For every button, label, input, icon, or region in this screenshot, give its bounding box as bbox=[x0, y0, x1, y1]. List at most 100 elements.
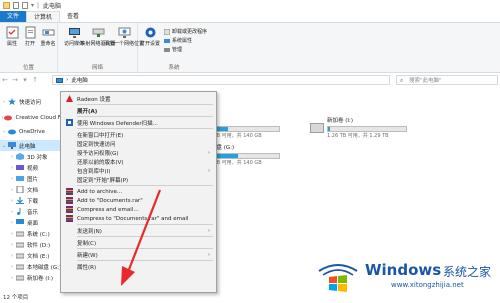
menu-item-pin-start[interactable]: 固定到"开始"屏幕(P) bbox=[61, 175, 216, 184]
expand-chevron-icon[interactable]: › bbox=[8, 154, 16, 160]
group-label-system: 系统 bbox=[168, 65, 180, 71]
menu-item-label: 展开(A) bbox=[77, 108, 98, 115]
sidebar-item-label: 桌面 bbox=[27, 220, 39, 227]
rename-label: 重命名 bbox=[40, 41, 56, 47]
new-folder-quick-icon[interactable] bbox=[22, 2, 28, 9]
menu-item-properties[interactable]: 属性(R) bbox=[61, 262, 216, 271]
sidebar-item-desktop[interactable]: › 桌面 bbox=[0, 217, 62, 228]
menu-item-pin-quick-access[interactable]: 固定到快速访问 bbox=[61, 139, 216, 148]
sidebar-item-documents[interactable]: › 文档 bbox=[0, 184, 62, 195]
expand-chevron-icon[interactable]: › bbox=[8, 209, 16, 215]
expand-chevron-icon[interactable]: › bbox=[8, 253, 16, 259]
sidebar-item-label: 3D 对象 bbox=[27, 154, 48, 161]
tab-computer[interactable]: 计算机 bbox=[26, 11, 61, 22]
status-bar: 12 个项目 bbox=[0, 294, 500, 303]
menu-item-open-new-window[interactable]: 在新窗口中打开(E) bbox=[61, 130, 216, 139]
uninstall-label: 卸载或更改程序 bbox=[172, 29, 208, 35]
add-network-location-button[interactable]: 添加一个网络位置 bbox=[104, 26, 144, 47]
menu-item-expand[interactable]: 展开(A) bbox=[61, 106, 216, 115]
expand-chevron-icon[interactable]: › bbox=[8, 220, 16, 226]
expand-chevron-icon[interactable]: › bbox=[8, 242, 16, 248]
forward-arrow-icon[interactable]: → bbox=[10, 76, 20, 84]
menu-separator bbox=[77, 224, 213, 225]
menu-item-compress-email[interactable]: Compress and email... bbox=[61, 205, 216, 214]
up-arrow-icon[interactable]: ↑ bbox=[30, 76, 40, 84]
sidebar-item-drive-g[interactable]: › 本地磁盘 (G:) bbox=[0, 261, 62, 272]
collapse-chevron-icon[interactable]: ⌄ bbox=[0, 143, 8, 149]
watermark-url: www.xitongzhijia.net bbox=[391, 281, 464, 289]
expand-chevron-icon[interactable]: › bbox=[8, 176, 16, 182]
menu-item-compress-rar-email[interactable]: Compress to "Documents.rar" and email bbox=[61, 214, 216, 223]
sidebar-item-3d-objects[interactable]: › 3D 对象 bbox=[0, 151, 62, 162]
quick-access-toolbar: ▾ | bbox=[0, 2, 39, 9]
menu-item-radeon-settings[interactable]: Radeon 设置 bbox=[61, 94, 216, 103]
customize-arrow-icon[interactable]: ▾ bbox=[31, 2, 34, 9]
open-settings-button[interactable]: 打开设置 bbox=[139, 26, 161, 47]
menu-item-copy[interactable]: 复制(C) bbox=[61, 238, 216, 247]
sidebar-item-drive-c[interactable]: › 系统 (C:) bbox=[0, 228, 62, 239]
expand-chevron-icon[interactable]: › bbox=[8, 187, 16, 193]
expand-chevron-icon[interactable]: › bbox=[8, 198, 16, 204]
expand-chevron-icon[interactable]: › bbox=[8, 231, 16, 237]
recent-chevron-icon[interactable]: ▾ bbox=[20, 76, 30, 84]
windows-logo-icon bbox=[318, 264, 358, 292]
sidebar-item-label: 系统 (C:) bbox=[27, 231, 50, 238]
sidebar-item-onedrive[interactable]: › OneDrive bbox=[0, 126, 62, 137]
tab-view[interactable]: 查看 bbox=[60, 11, 86, 22]
breadcrumb-this-pc[interactable]: 此电脑 bbox=[71, 76, 88, 84]
sidebar-item-downloads[interactable]: › 下载 bbox=[0, 195, 62, 206]
menu-item-grant-access[interactable]: 授予访问权限(G) › bbox=[61, 148, 216, 157]
watermark: Windows 系统之家 www.xitongzhijia.net bbox=[315, 255, 500, 295]
address-input[interactable]: › 此电脑 bbox=[52, 75, 390, 85]
search-input[interactable]: ⌕ 搜索"此电脑" bbox=[396, 75, 498, 85]
drive-icon bbox=[16, 242, 24, 248]
menu-item-include-library[interactable]: 包含到库中(I) › bbox=[61, 166, 216, 175]
cube-icon bbox=[16, 153, 24, 160]
network-drive-icon bbox=[92, 28, 104, 37]
uninstall-program-button[interactable]: 卸载或更改程序 bbox=[164, 28, 207, 35]
menu-item-new[interactable]: 新建(W) › bbox=[61, 250, 216, 259]
rar-icon bbox=[66, 197, 73, 204]
tab-file[interactable]: 文件 bbox=[0, 11, 27, 22]
sidebar-item-pictures[interactable]: › 图片 bbox=[0, 173, 62, 184]
sidebar-item-music[interactable]: › 音乐 bbox=[0, 206, 62, 217]
menu-item-label: Compress and email... bbox=[77, 206, 139, 213]
manage-button[interactable]: 管理 bbox=[164, 46, 182, 53]
menu-item-add-to-rar[interactable]: Add to "Documents.rar" bbox=[61, 196, 216, 205]
expand-chevron-icon[interactable]: › bbox=[0, 129, 8, 135]
system-properties-label: 系统属性 bbox=[172, 38, 193, 44]
back-arrow-icon[interactable]: ← bbox=[0, 76, 10, 84]
defender-icon bbox=[66, 119, 73, 126]
sidebar-item-creative-cloud[interactable]: › Creative Cloud Fi bbox=[0, 112, 62, 123]
system-properties-button[interactable]: 系统属性 bbox=[164, 37, 192, 44]
sidebar-item-drive-i[interactable]: › 新加卷 (I:) bbox=[0, 272, 62, 283]
menu-item-label: 在新窗口中打开(E) bbox=[77, 132, 124, 139]
sidebar-item-videos[interactable]: › 视频 bbox=[0, 162, 62, 173]
properties-quick-icon[interactable] bbox=[13, 2, 19, 9]
menu-separator bbox=[77, 104, 213, 105]
menu-item-label: 属性(R) bbox=[77, 264, 97, 271]
programs-icon bbox=[164, 28, 170, 35]
rename-button[interactable]: 重命名 bbox=[37, 26, 59, 47]
drive-usage-bar bbox=[327, 126, 407, 132]
sidebar-item-quick-access[interactable]: › 快速访问 bbox=[0, 96, 62, 107]
video-icon bbox=[16, 165, 24, 170]
expand-chevron-icon[interactable]: › bbox=[8, 275, 16, 281]
sidebar-item-drive-e[interactable]: › 文档 (E:) bbox=[0, 250, 62, 261]
menu-item-defender-scan[interactable]: 使用 Windows Defender扫描... bbox=[61, 118, 216, 127]
sidebar-item-drive-d[interactable]: › 软件 (D:) bbox=[0, 239, 62, 250]
menu-separator bbox=[77, 116, 213, 117]
menu-item-label: 还原以前的版本(V) bbox=[77, 159, 124, 166]
menu-item-add-to-archive[interactable]: Add to archive... bbox=[61, 187, 216, 196]
open-label: 打开 bbox=[24, 41, 35, 47]
expand-chevron-icon[interactable]: › bbox=[8, 165, 16, 171]
expand-chevron-icon[interactable]: › bbox=[0, 99, 8, 105]
menu-item-restore-versions[interactable]: 还原以前的版本(V) bbox=[61, 157, 216, 166]
sidebar-item-this-pc[interactable]: ⌄ 此电脑 bbox=[0, 140, 62, 151]
rar-icon bbox=[66, 206, 73, 213]
group-label-network: 网络 bbox=[91, 65, 103, 71]
expand-chevron-icon[interactable]: › bbox=[8, 264, 16, 270]
drive-tile-i[interactable]: 新加卷 (I:) 1.26 TB 可用，共 1.29 TB bbox=[310, 118, 420, 142]
menu-item-send-to[interactable]: 发送到(N) › bbox=[61, 226, 216, 235]
folder-icon[interactable] bbox=[3, 2, 10, 9]
